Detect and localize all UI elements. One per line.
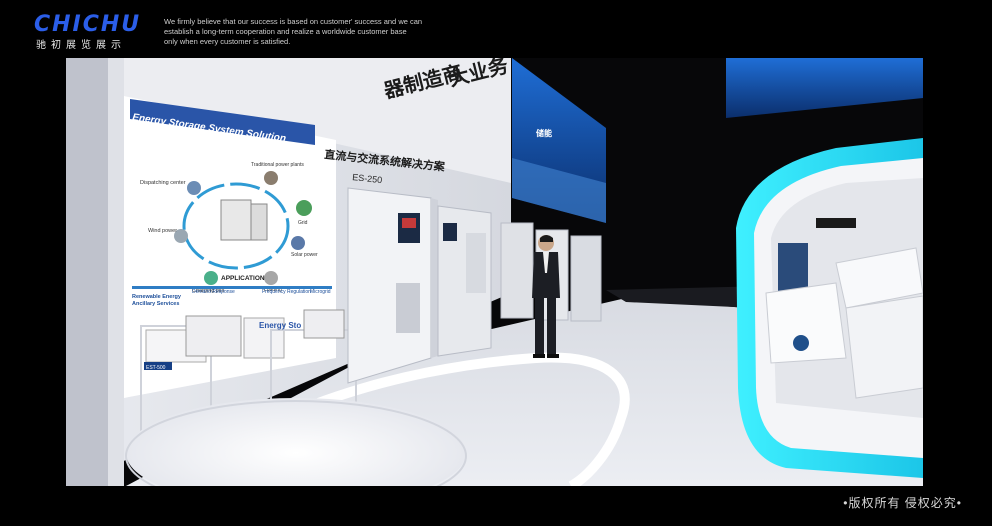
application-item: Microgrid xyxy=(310,289,331,295)
application-item: Ancillary Services xyxy=(132,301,179,307)
label-solar: Solar power xyxy=(291,252,318,258)
application-item: Frequency Regulation xyxy=(262,289,311,295)
label-dispatching: Dispatching center xyxy=(140,180,186,186)
footer: •版权所有 侵权必究• xyxy=(0,486,992,526)
copyright-notice: •版权所有 侵权必究• xyxy=(843,496,962,510)
tagline-line: only when every customer is satisfied. xyxy=(164,37,291,46)
booth-render: 器制造商 大业务 Energy Storage System Solution … xyxy=(66,58,923,486)
company-tagline: We firmly believe that our success is ba… xyxy=(164,17,464,47)
right-display-pod xyxy=(736,138,923,478)
small-cabinet-label: Energy Sto xyxy=(259,321,301,330)
header: CHICHU 驰初展览展示 We firmly believe that our… xyxy=(0,0,992,58)
application-item: Renewable Energy xyxy=(132,294,182,300)
brand-logo: CHICHU 驰初展览展示 xyxy=(34,14,154,54)
application-item: Demand Response xyxy=(192,289,235,295)
screen-text: 储能 xyxy=(535,128,552,138)
label-grid: Grid xyxy=(298,220,308,226)
tagline-line: We firmly believe that our success is ba… xyxy=(164,17,423,26)
application-title: APPLICATION xyxy=(221,275,265,282)
tagline-line: establish a long-term cooperation and re… xyxy=(164,27,407,36)
label-wind: Wind power xyxy=(148,228,177,234)
logo-subtitle: 驰初展览展示 xyxy=(36,40,126,51)
plinth-label: EST-500 xyxy=(146,365,166,371)
logo-text: CHICHU xyxy=(34,12,142,37)
label-traditional: Traditional power plants xyxy=(251,162,304,168)
